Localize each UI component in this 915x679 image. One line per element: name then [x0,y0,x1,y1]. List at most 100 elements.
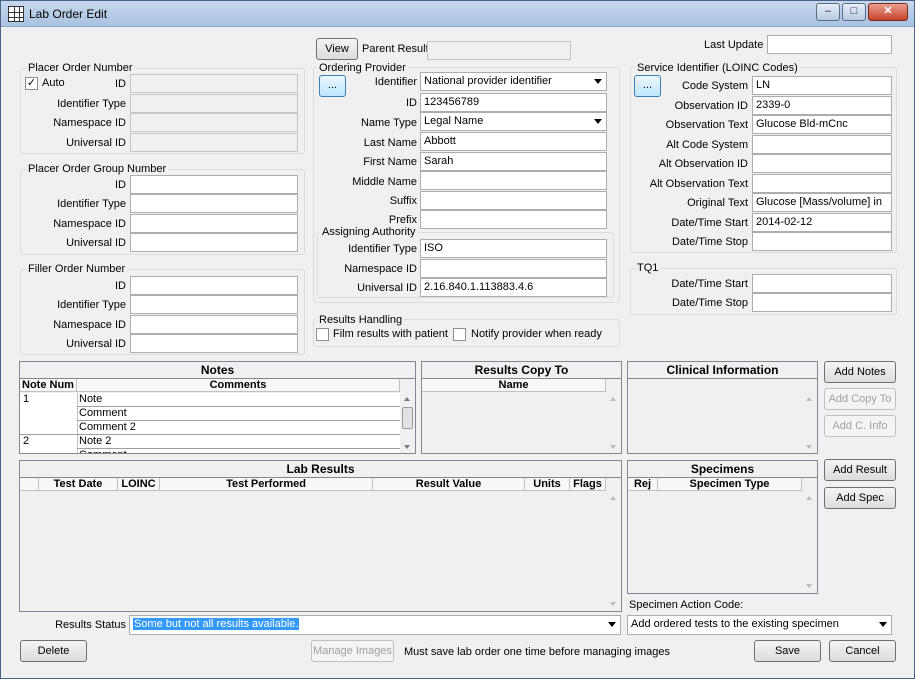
alt-code-system-field[interactable] [752,135,892,154]
provider-id-field[interactable]: 123456789 [420,93,607,112]
placer-group-title: Placer Order Group Number [26,163,169,175]
note-comment-cell[interactable]: Note 2 [79,435,111,449]
lab-results-col-units[interactable]: Units [525,478,570,491]
specimens-col-type[interactable]: Specimen Type [658,478,802,491]
notes-col-note-num[interactable]: Note Num [20,379,77,392]
scroll-down-icon[interactable] [806,445,812,449]
add-result-button[interactable]: Add Result [824,459,896,481]
parent-result-field[interactable] [427,41,571,60]
film-results-checkbox[interactable] [316,328,329,341]
observation-text-field[interactable]: Glucose Bld-mCnc [752,115,892,134]
scroll-down-icon[interactable] [806,584,812,588]
aa-identifier-type-field[interactable]: ISO [420,239,607,258]
aa-namespace-id-field[interactable] [420,259,607,278]
lab-results-col-loinc[interactable]: LOINC [118,478,160,491]
specimen-action-label: Specimen Action Code: [629,599,744,611]
provider-identifier-select[interactable]: National provider identifier [420,72,607,91]
scroll-down-icon[interactable] [610,602,616,606]
cancel-button[interactable]: Cancel [829,640,896,662]
add-spec-button[interactable]: Add Spec [824,487,896,509]
manage-images-button[interactable]: Manage Images [311,640,394,662]
note-comment-cell[interactable]: Comment 2 [79,421,136,435]
auto-checkbox[interactable]: ✓ [25,77,38,90]
group-universal-id-field[interactable] [130,233,298,252]
filler-universal-id-field[interactable] [130,334,298,353]
placer-identifier-type-field[interactable] [130,94,298,113]
specimens-scrollbar[interactable] [802,492,817,593]
alt-observation-text-field[interactable] [752,174,892,193]
save-button[interactable]: Save [754,640,821,662]
tq1-dt-start-field[interactable] [752,274,892,293]
notes-col-comments[interactable]: Comments [77,379,400,392]
maximize-button[interactable]: □ [842,3,866,21]
scroll-down-icon[interactable] [610,445,616,449]
lab-results-col-test-performed[interactable]: Test Performed [160,478,373,491]
dt-stop-field[interactable] [752,232,892,251]
first-name-field[interactable]: Sarah [420,152,607,171]
notes-list[interactable]: 1 Note Comment Comment 2 2 Note 2 Commen… [20,393,400,453]
clinical-info-scrollbar[interactable] [802,393,817,453]
placer-id-field[interactable] [130,74,298,93]
add-copy-to-button[interactable]: Add Copy To [824,388,896,410]
view-button[interactable]: View [316,38,358,60]
close-button[interactable]: ✕ [868,3,908,21]
note-comment-cell[interactable]: Comment [79,449,127,453]
middle-name-field[interactable] [420,171,607,190]
group-namespace-id-field[interactable] [130,214,298,233]
results-status-select[interactable]: Some but not all results available. [129,615,621,635]
scroll-up-icon[interactable] [404,397,410,401]
results-status-label: Results Status [55,619,126,631]
results-copy-scrollbar[interactable] [606,393,621,453]
lab-results-scrollbar[interactable] [606,492,621,611]
name-type-select[interactable]: Legal Name [420,112,607,131]
clinical-info-panel: Clinical Information [627,361,818,454]
filler-order-title: Filler Order Number [26,263,128,275]
original-text-field[interactable]: Glucose [Mass/volume] in [752,193,892,212]
results-copy-col-name[interactable]: Name [422,379,606,392]
specimens-col-rej[interactable]: Rej [628,478,658,491]
scroll-down-icon[interactable] [404,445,410,449]
last-update-field[interactable] [767,35,892,54]
scroll-up-icon[interactable] [610,496,616,500]
add-notes-button[interactable]: Add Notes [824,361,896,383]
lab-results-col-select[interactable] [20,478,39,491]
dropdown-arrow-icon [594,79,602,84]
add-c-info-button[interactable]: Add C. Info [824,415,896,437]
group-universal-id-label: Universal ID [66,237,126,249]
note-num-cell: 1 [23,393,30,405]
notify-provider-checkbox[interactable] [453,328,466,341]
minimize-button[interactable]: – [816,3,840,21]
delete-button[interactable]: Delete [20,640,87,662]
scroll-up-icon[interactable] [610,397,616,401]
note-comment-cell[interactable]: Comment [79,407,127,421]
scroll-up-icon[interactable] [806,397,812,401]
scroll-up-icon[interactable] [806,496,812,500]
group-id-field[interactable] [130,175,298,194]
observation-id-field[interactable]: 2339-0 [752,96,892,115]
placer-universal-id-field[interactable] [130,133,298,152]
title-bar[interactable]: Lab Order Edit – □ ✕ [1,1,914,27]
code-system-field[interactable]: LN [752,76,892,95]
filler-identifier-type-field[interactable] [130,295,298,314]
alt-observation-id-field[interactable] [752,154,892,173]
filler-identifier-type-label: Identifier Type [57,299,126,311]
filler-id-field[interactable] [130,276,298,295]
tq1-title: TQ1 [635,262,661,274]
placer-namespace-id-field[interactable] [130,113,298,132]
suffix-field[interactable] [420,191,607,210]
notes-scroll-thumb[interactable] [402,407,413,429]
filler-id-label: ID [115,280,126,292]
prefix-field[interactable] [420,210,607,229]
lab-results-col-test-date[interactable]: Test Date [39,478,118,491]
last-name-field[interactable]: Abbott [420,132,607,151]
aa-universal-id-field[interactable]: 2.16.840.1.113883.4.6 [420,278,607,297]
lab-results-col-flags[interactable]: Flags [570,478,606,491]
tq1-dt-stop-field[interactable] [752,293,892,312]
filler-namespace-id-field[interactable] [130,315,298,334]
note-comment-cell[interactable]: Note [79,393,102,407]
specimen-action-select[interactable]: Add ordered tests to the existing specim… [627,615,892,635]
dt-start-field[interactable]: 2014-02-12 [752,213,892,232]
notes-scrollbar[interactable] [400,393,415,453]
lab-results-col-result-value[interactable]: Result Value [373,478,525,491]
group-identifier-type-field[interactable] [130,194,298,213]
